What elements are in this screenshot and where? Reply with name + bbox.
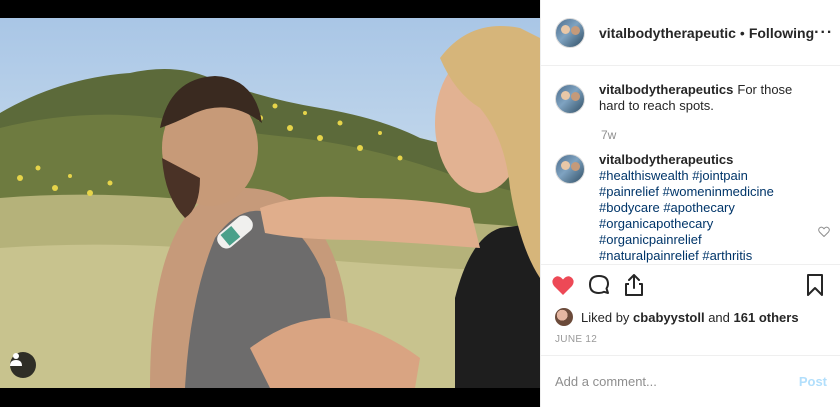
post-photo[interactable] [0,18,540,388]
post-date[interactable]: JUNE 12 [541,330,840,345]
likes-prefix: Liked by [581,309,630,325]
comment-body: vitalbodytherapeutics #healthiswealth #j… [599,152,799,264]
author-username[interactable]: vitalbodytherapeutic [599,25,736,41]
heart-outline-icon [818,226,830,238]
share-icon [625,273,643,296]
comment-icon [589,274,609,294]
post-comment-button[interactable]: Post [799,374,827,389]
heart-icon [552,275,574,295]
likes-and: and [708,309,730,325]
more-options-icon[interactable]: ··· [814,24,833,42]
follow-status-button[interactable]: Following [749,25,814,41]
caption-time[interactable]: 7w [601,128,826,142]
likes-others-link[interactable]: 161 others [734,310,799,325]
post-header: vitalbodytherapeutic • Following ··· [541,0,840,66]
author-avatar[interactable] [555,17,585,48]
header-text: vitalbodytherapeutic • Following [599,25,814,41]
caption-username[interactable]: vitalbodytherapeutics [599,82,733,97]
photo-scene [0,26,540,388]
hashtag-line[interactable]: #bodycare #apothecary [599,200,799,216]
comments-list[interactable]: vitalbodytherapeutics For those hard to r… [541,66,840,264]
like-button[interactable] [551,270,587,300]
caption-comment: vitalbodytherapeutics For those hard to r… [555,82,826,114]
comment-button[interactable] [587,270,623,300]
comment-like-heart-icon[interactable] [818,226,830,240]
add-comment-form: Post [541,355,840,407]
hashtag-line[interactable]: #naturalpainrelief #arthritis [599,248,799,264]
header-separator: • [739,24,745,41]
post-actions [541,264,840,304]
instagram-post-modal: vitalbodytherapeutic • Following ··· vital… [0,0,840,407]
save-button[interactable] [806,270,830,300]
hashtag-line[interactable]: #healthiswealth #jointpain [599,168,799,184]
liker-avatar[interactable] [555,308,573,326]
likes-summary: Liked by cbabyystoll and 161 others [541,304,840,330]
comment-input[interactable] [555,374,799,389]
user-icon [10,353,22,366]
share-button[interactable] [623,270,659,300]
post-side-panel: vitalbodytherapeutic • Following ··· vital… [540,0,840,407]
liker-username[interactable]: cbabyystoll [633,310,705,325]
caption-avatar[interactable] [555,84,585,114]
tagged-users-button[interactable] [10,352,36,378]
comment-avatar[interactable] [555,154,585,184]
hashtag-line[interactable]: #organicapothecary [599,216,799,232]
hashtag-line[interactable]: #organicpainrelief [599,232,799,248]
caption-body: vitalbodytherapeutics For those hard to r… [599,82,799,114]
bookmark-icon [807,273,823,296]
hashtag-comment: vitalbodytherapeutics #healthiswealth #j… [555,152,826,264]
comment-username[interactable]: vitalbodytherapeutics [599,152,795,168]
hashtag-line[interactable]: #painrelief #womeninmedicine [599,184,799,200]
